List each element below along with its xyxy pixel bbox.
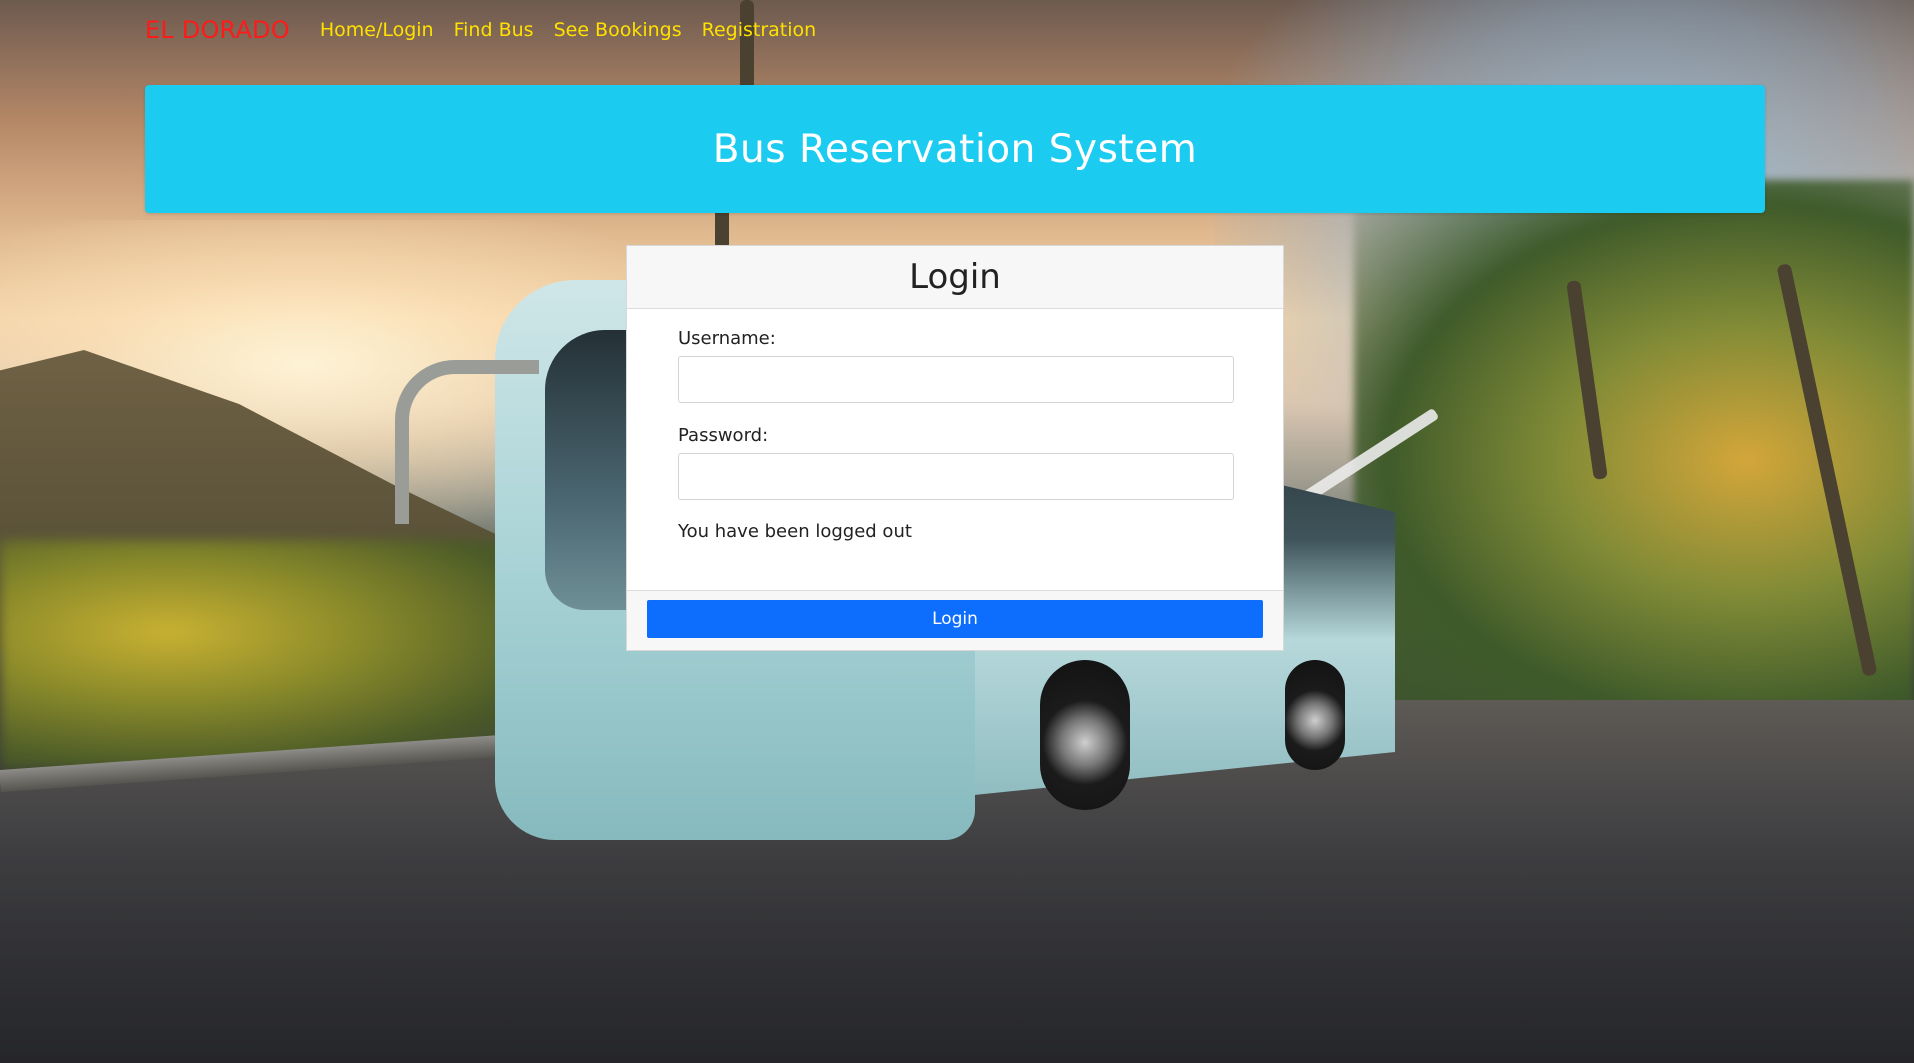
nav-link-find-bus[interactable]: Find Bus — [454, 19, 534, 41]
nav-link-home-login[interactable]: Home/Login — [320, 19, 434, 41]
password-label: Password: — [678, 425, 769, 446]
username-label: Username: — [678, 328, 776, 349]
foliage-left — [0, 540, 560, 770]
login-title: Login — [909, 257, 1001, 297]
nav-link-registration[interactable]: Registration — [702, 19, 817, 41]
username-input[interactable] — [678, 356, 1234, 403]
bus-wheel — [1040, 660, 1130, 810]
shade-overlay — [0, 843, 1914, 1063]
bus-wheel — [1285, 660, 1345, 770]
password-input[interactable] — [678, 453, 1234, 500]
nav-link-see-bookings[interactable]: See Bookings — [554, 19, 682, 41]
login-card-footer: Login — [627, 590, 1283, 650]
login-card-header: Login — [627, 246, 1283, 309]
page-title: Bus Reservation System — [712, 126, 1198, 172]
login-card-body: Username: Password: You have been logged… — [627, 309, 1283, 589]
top-navbar: EL DORADO Home/Login Find Bus See Bookin… — [145, 14, 836, 46]
login-card: Login Username: Password: You have been … — [626, 245, 1284, 651]
header-banner: Bus Reservation System — [145, 85, 1765, 213]
brand-logo[interactable]: EL DORADO — [145, 16, 290, 44]
bus-mirror — [395, 360, 539, 524]
logout-status-message: You have been logged out — [678, 521, 912, 542]
login-button[interactable]: Login — [647, 600, 1263, 638]
